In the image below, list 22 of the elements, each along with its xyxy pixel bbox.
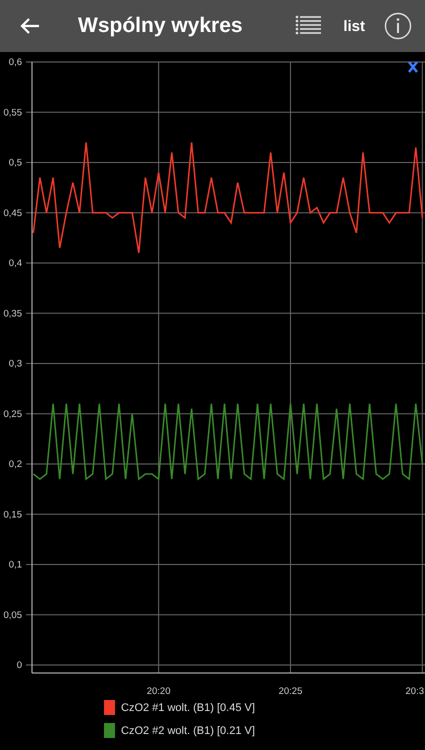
y-tick-label: 0,35: [4, 308, 22, 320]
legend-label: CzO2 #1 wolt. (B1) [0.45 V]: [121, 702, 255, 714]
y-tick-label: 0: [16, 660, 22, 671]
y-tick-label: 0,3: [8, 358, 22, 370]
y-tick-label: 0,4: [8, 258, 22, 269]
screen-title: Wspólny wykres: [78, 14, 244, 38]
y-tick-label: 0,45: [4, 208, 22, 219]
x-tick-label: 20:25: [278, 686, 302, 697]
y-tick-label: 0,2: [8, 459, 22, 470]
cross-icon[interactable]: [408, 60, 418, 74]
back-arrow-icon: [20, 17, 40, 35]
y-tick-label: 0,5: [8, 158, 22, 168]
y-tick-label: 0,1: [8, 560, 22, 570]
x-tick-label: 20:20: [146, 686, 170, 697]
y-tick-label: 0,55: [4, 107, 22, 118]
x-tick-label: 20:3: [406, 686, 424, 697]
legend-label: CzO2 #2 wolt. (B1) [0.21 V]: [121, 724, 255, 736]
y-tick-label: 0,25: [4, 408, 22, 420]
y-tick-label: 0,6: [8, 57, 22, 68]
list-label[interactable]: list: [343, 18, 365, 34]
y-tick-label: 0,15: [4, 509, 22, 520]
y-tick-label: 0,05: [4, 610, 22, 621]
